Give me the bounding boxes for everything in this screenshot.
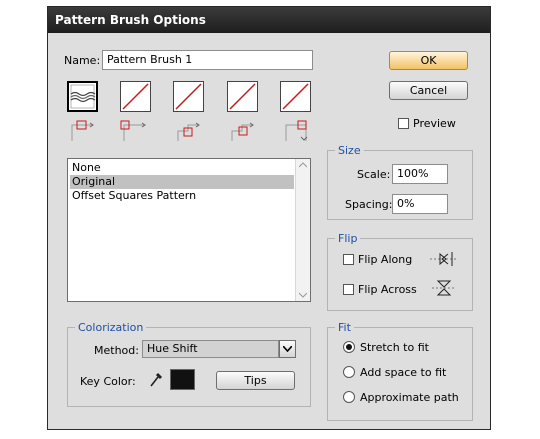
- method-select[interactable]: Hue Shift: [142, 340, 279, 358]
- flip-group: Flip Flip Along Flip Across: [327, 232, 473, 311]
- flip-across-icon: [432, 280, 456, 296]
- none-slash-icon: [175, 83, 202, 110]
- flip-across-checkbox[interactable]: [343, 284, 354, 295]
- outer-corner-tile[interactable]: [120, 81, 151, 112]
- inner-corner-tile[interactable]: [173, 81, 204, 112]
- flip-along-icon: [430, 252, 458, 266]
- scale-input[interactable]: 100%: [392, 164, 448, 184]
- start-tile[interactable]: [227, 81, 258, 112]
- colorization-group: Colorization Method: Hue Shift Key Color…: [67, 321, 311, 407]
- pattern-list[interactable]: None Original Offset Squares Pattern: [67, 158, 311, 302]
- scroll-up-icon[interactable]: [299, 162, 307, 168]
- scale-label: Scale:: [357, 168, 391, 181]
- fit-option-label: Approximate path: [360, 391, 459, 404]
- chevron-down-icon: [283, 346, 292, 352]
- list-item[interactable]: Offset Squares Pattern: [70, 189, 196, 203]
- key-color-label: Key Color:: [80, 375, 136, 388]
- ok-button[interactable]: OK: [389, 51, 468, 70]
- flip-along-checkbox[interactable]: [343, 254, 354, 265]
- fit-group: Fit Stretch to fit Add space to fit Appr…: [327, 321, 473, 421]
- list-item[interactable]: None: [70, 161, 101, 175]
- dialog-title: Pattern Brush Options: [48, 7, 490, 33]
- cancel-button[interactable]: Cancel: [389, 81, 468, 100]
- flip-along-label: Flip Along: [358, 253, 413, 266]
- fit-option-label: Stretch to fit: [360, 341, 429, 354]
- fit-radio-add-space[interactable]: [343, 366, 355, 378]
- tips-button[interactable]: Tips: [216, 371, 295, 390]
- inner-corner-type-icon: [177, 122, 200, 141]
- preview-label: Preview: [413, 117, 456, 130]
- name-label: Name:: [64, 54, 101, 67]
- scroll-down-icon[interactable]: [299, 292, 307, 298]
- flip-across-label: Flip Across: [358, 283, 417, 296]
- size-group: Size Scale: 100% Spacing: 0%: [327, 144, 473, 220]
- spacing-input[interactable]: 0%: [392, 194, 448, 214]
- side-tile-type-icon: [71, 120, 94, 141]
- key-color-swatch[interactable]: [170, 369, 195, 390]
- name-input[interactable]: Pattern Brush 1: [102, 50, 313, 70]
- method-label: Method:: [94, 344, 139, 357]
- fit-group-title: Fit: [335, 321, 354, 334]
- start-type-icon: [231, 122, 254, 141]
- flip-group-title: Flip: [335, 232, 361, 245]
- preview-checkbox[interactable]: [398, 118, 409, 129]
- fit-option-label: Add space to fit: [360, 366, 447, 379]
- fit-radio-stretch[interactable]: [343, 341, 355, 353]
- eyedropper-icon[interactable]: [148, 370, 164, 388]
- none-slash-icon: [229, 83, 256, 110]
- none-slash-icon: [122, 83, 149, 110]
- side-tile[interactable]: [67, 81, 98, 112]
- outer-corner-type-icon: [120, 120, 146, 141]
- list-item-selected[interactable]: Original: [70, 175, 294, 189]
- spacing-label: Spacing:: [345, 198, 393, 211]
- list-scrollbar[interactable]: [295, 159, 310, 301]
- end-tile[interactable]: [280, 81, 311, 112]
- colorization-group-title: Colorization: [75, 321, 147, 334]
- end-type-icon: [285, 120, 308, 141]
- pattern-swatch-icon: [70, 84, 96, 109]
- size-group-title: Size: [335, 144, 364, 157]
- fit-radio-approximate[interactable]: [343, 391, 355, 403]
- pattern-brush-options-dialog: Pattern Brush Options Name: Pattern Brus…: [47, 6, 491, 430]
- method-dropdown-button[interactable]: [279, 340, 296, 358]
- none-slash-icon: [282, 83, 309, 110]
